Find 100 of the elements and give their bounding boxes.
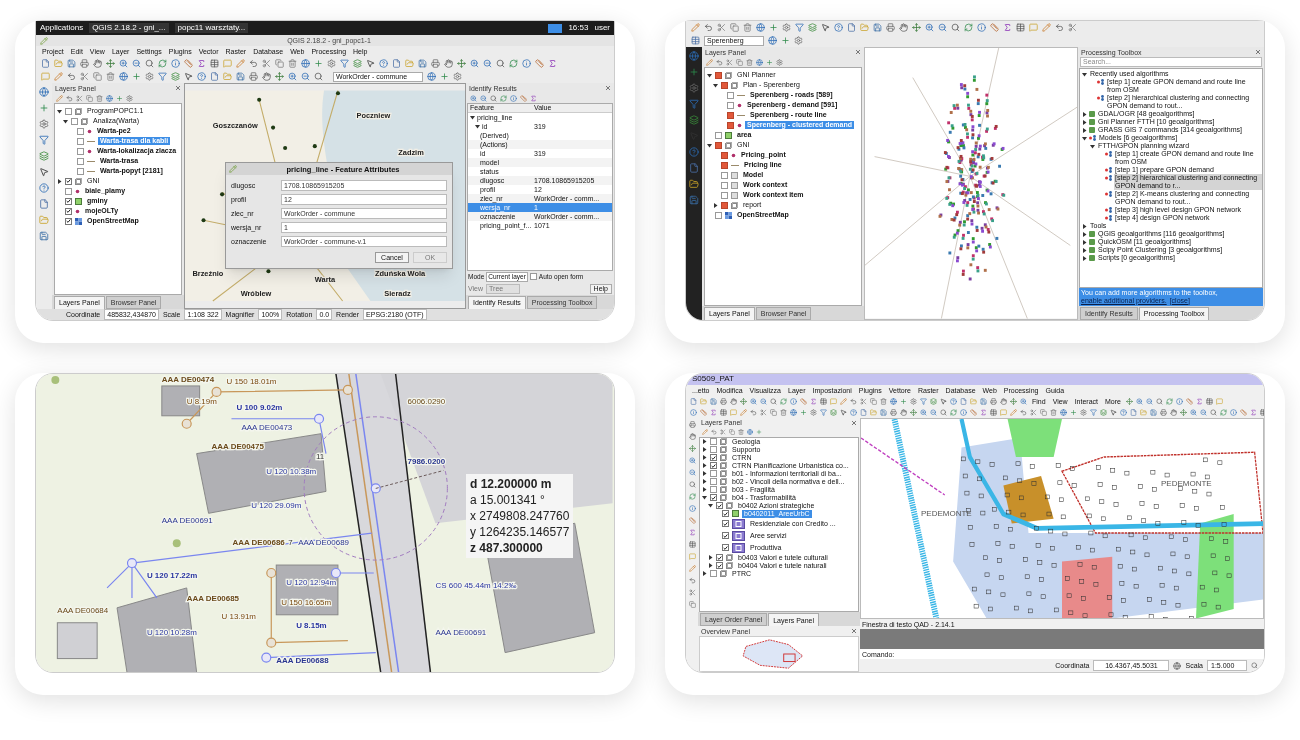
table-icon[interactable] [688,540,696,548]
search-icon[interactable] [1156,397,1163,405]
move-icon[interactable] [912,23,921,32]
move-icon[interactable] [457,59,466,68]
file-icon[interactable] [210,72,219,81]
ruler-icon[interactable] [1186,397,1193,405]
checkbox[interactable] [721,181,728,189]
zoom-in-icon[interactable] [750,397,757,405]
help-icon[interactable] [39,183,49,193]
printer-icon[interactable] [720,397,727,405]
printer-icon[interactable] [886,23,895,32]
checkbox[interactable] [529,273,537,280]
printer-icon[interactable] [249,72,258,81]
trash-icon[interactable] [746,58,753,66]
zoom-in-icon[interactable] [925,23,934,32]
sigma-icon[interactable] [980,408,987,416]
hand-icon[interactable] [900,408,907,416]
plus-icon[interactable] [900,397,907,405]
layers-icon[interactable] [689,115,699,125]
settings-icon[interactable] [689,83,699,93]
settings-icon[interactable] [810,408,817,416]
zoom-in-icon[interactable] [470,94,477,102]
checkbox[interactable] [716,502,723,509]
copy-icon[interactable] [730,23,739,32]
copy-icon[interactable] [870,397,877,405]
printer-icon[interactable] [890,408,897,416]
globe-icon[interactable] [756,58,763,66]
info-icon[interactable] [522,59,531,68]
printer-icon[interactable] [431,59,440,68]
globe-icon[interactable] [689,51,699,61]
refresh-icon[interactable] [688,492,696,500]
filter-icon[interactable] [1090,408,1097,416]
search-icon[interactable] [1251,662,1258,669]
checkbox[interactable] [727,101,734,109]
layers-icon[interactable] [830,408,837,416]
layers-icon[interactable] [171,72,180,81]
pointer-icon[interactable] [366,59,375,68]
checkbox[interactable] [710,462,717,469]
scissors-icon[interactable] [1030,408,1037,416]
pointer-icon[interactable] [39,167,49,177]
checkbox[interactable] [77,147,84,155]
help-icon[interactable] [197,72,206,81]
help-icon[interactable] [950,397,957,405]
hand-icon[interactable] [262,72,271,81]
zoom-out-icon[interactable] [938,23,947,32]
copy-icon[interactable] [770,408,777,416]
move-icon[interactable] [106,59,115,68]
ruler-icon[interactable] [990,23,999,32]
checkbox[interactable] [722,510,729,517]
settings-icon[interactable] [39,119,49,129]
pencil-icon[interactable] [688,564,696,572]
sigma-icon[interactable] [530,94,537,102]
sigma-icon[interactable] [197,59,206,68]
pencil-icon[interactable] [1010,408,1017,416]
save-icon[interactable] [880,408,887,416]
map-drawing[interactable] [861,418,1263,618]
checkbox[interactable] [710,438,717,445]
search-icon[interactable] [314,72,323,81]
pencil-icon[interactable] [1042,23,1051,32]
zoom-out-icon[interactable] [688,468,696,476]
folder-icon[interactable] [689,179,699,189]
zoom-out-icon[interactable] [760,397,767,405]
scissors-icon[interactable] [688,588,696,596]
plus-icon[interactable] [440,72,449,81]
table-icon[interactable] [720,408,727,416]
help-icon[interactable] [1120,408,1127,416]
scissors-icon[interactable] [76,94,83,102]
undo-icon[interactable] [704,23,713,32]
copy-icon[interactable] [86,94,93,102]
checkbox[interactable] [65,177,72,185]
checkbox[interactable] [715,71,722,79]
globe-icon[interactable] [768,36,777,45]
trash-icon[interactable] [106,72,115,81]
globe-icon[interactable] [1173,661,1182,670]
plus-icon[interactable] [781,36,790,45]
sigma-icon[interactable] [688,528,696,536]
printer-icon[interactable] [80,59,89,68]
table-icon[interactable] [1016,23,1025,32]
checkbox[interactable] [710,486,717,493]
collapsed-arrow-icon[interactable] [57,178,62,184]
info-icon[interactable] [790,397,797,405]
trash-icon[interactable] [96,94,103,102]
zoom-out-icon[interactable] [930,408,937,416]
printer-icon[interactable] [1160,408,1167,416]
checkbox[interactable] [715,131,722,139]
settings-icon[interactable] [782,23,791,32]
sigma-icon[interactable] [548,59,557,68]
pencil-icon[interactable] [702,429,708,435]
copy-icon[interactable] [729,429,735,435]
pencil-icon[interactable] [706,58,713,66]
checkbox[interactable] [727,91,734,99]
zoom-out-icon[interactable] [132,59,141,68]
settings-icon[interactable] [794,36,803,45]
settings-icon[interactable] [327,59,336,68]
undo-icon[interactable] [711,429,717,435]
sigma-icon[interactable] [810,397,817,405]
zoom-in-icon[interactable] [920,408,927,416]
taskbar-window[interactable]: QGIS 2.18.2 - gni_... [89,23,169,33]
save-icon[interactable] [689,195,699,205]
collapsed-arrow-icon[interactable] [713,202,718,208]
